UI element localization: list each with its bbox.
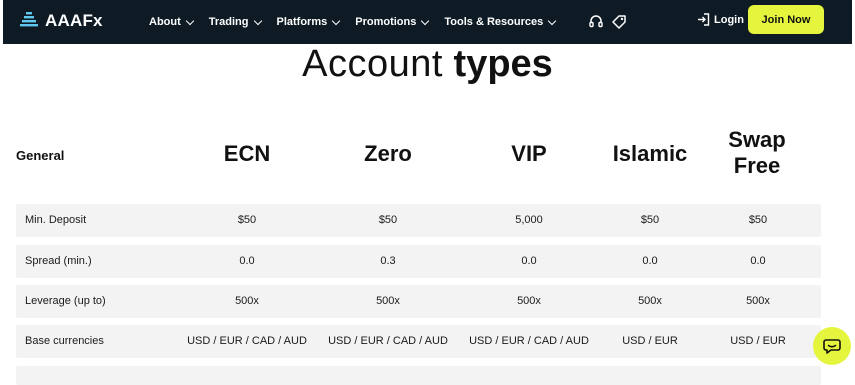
row-label: Leverage (up to) <box>25 295 106 307</box>
table-cell: 0.0 <box>239 255 255 267</box>
row-label: Min. Deposit <box>25 214 87 226</box>
menu-item-label: Trading <box>208 16 249 28</box>
table-cell: USD / EUR <box>730 335 786 347</box>
column-header-zero: Zero <box>364 141 412 166</box>
table-cell: 500x <box>746 295 770 307</box>
brand-name: AAAFx <box>45 11 103 30</box>
table-cell: 500x <box>376 295 400 307</box>
brand-logo[interactable]: AAAFx <box>19 11 103 31</box>
table-cell: 5,000 <box>515 214 543 226</box>
column-header-ecn: ECN <box>223 141 271 166</box>
login-link[interactable]: Login <box>697 13 744 26</box>
headset-icon[interactable] <box>588 14 604 30</box>
table-cell: USD / EUR / CAD / AUD <box>469 335 589 347</box>
chat-bubble-icon <box>823 339 841 354</box>
table-cell: $50 <box>237 214 257 226</box>
join-now-button[interactable]: Join Now <box>748 5 824 34</box>
table-cell: 0.3 <box>380 255 396 267</box>
table-row: Base currencies USD / EUR / CAD / AUD US… <box>16 325 821 358</box>
table-cell: 0.0 <box>750 255 766 267</box>
table-cell: $50 <box>378 214 398 226</box>
table-cell: 500x <box>517 295 541 307</box>
row-label: Base currencies <box>25 335 104 347</box>
menu-item-label: Platforms <box>276 16 328 28</box>
menu-item-trading[interactable]: Trading <box>208 16 262 28</box>
table-cell: USD / EUR / CAD / AUD <box>187 335 307 347</box>
row-label: Spread (min.) <box>25 255 92 267</box>
chat-button[interactable] <box>813 327 851 365</box>
login-icon <box>698 13 710 26</box>
column-header-islamic: Islamic <box>612 141 688 166</box>
menu-item-tools-resources[interactable]: Tools & Resources <box>444 16 557 28</box>
table-cell: USD / EUR / CAD / AUD <box>328 335 448 347</box>
page-title: Account types <box>0 44 855 84</box>
page-title-bold: types <box>453 43 553 85</box>
logo-mark-icon <box>20 12 38 27</box>
column-header-vip: VIP <box>511 141 547 166</box>
menu-item-promotions[interactable]: Promotions <box>355 16 430 28</box>
tag-icon[interactable] <box>611 14 627 30</box>
chevron-down-icon <box>547 16 557 25</box>
table-cell: 0.0 <box>521 255 537 267</box>
menu-item-label: Promotions <box>355 16 417 28</box>
top-navbar: AAAFx About Trading Platforms Promotions… <box>3 0 852 44</box>
table-row <box>16 366 821 385</box>
table-row: Min. Deposit $50 $50 5,000 $50 $50 <box>16 204 821 237</box>
table-cell: $50 <box>748 214 768 226</box>
table-row: Spread (min.) 0.0 0.3 0.0 0.0 0.0 <box>16 245 821 278</box>
menu-item-label: About <box>149 16 181 28</box>
main-menu: About Trading Platforms Promotions Tools… <box>149 0 571 44</box>
chevron-down-icon <box>421 16 430 25</box>
column-header-swap-free: Swap Free <box>728 127 786 178</box>
chevron-down-icon <box>332 16 341 25</box>
chevron-down-icon <box>253 16 262 25</box>
chevron-down-icon <box>185 16 195 25</box>
table-cell: 500x <box>235 295 259 307</box>
page-title-light: Account <box>302 43 443 85</box>
menu-item-label: Tools & Resources <box>444 16 544 28</box>
table-row: Leverage (up to) 500x 500x 500x 500x 500… <box>16 285 821 318</box>
menu-item-platforms[interactable]: Platforms <box>276 16 341 28</box>
login-label: Login <box>714 13 744 26</box>
menu-item-about[interactable]: About <box>149 16 195 28</box>
general-header: General <box>16 148 65 163</box>
